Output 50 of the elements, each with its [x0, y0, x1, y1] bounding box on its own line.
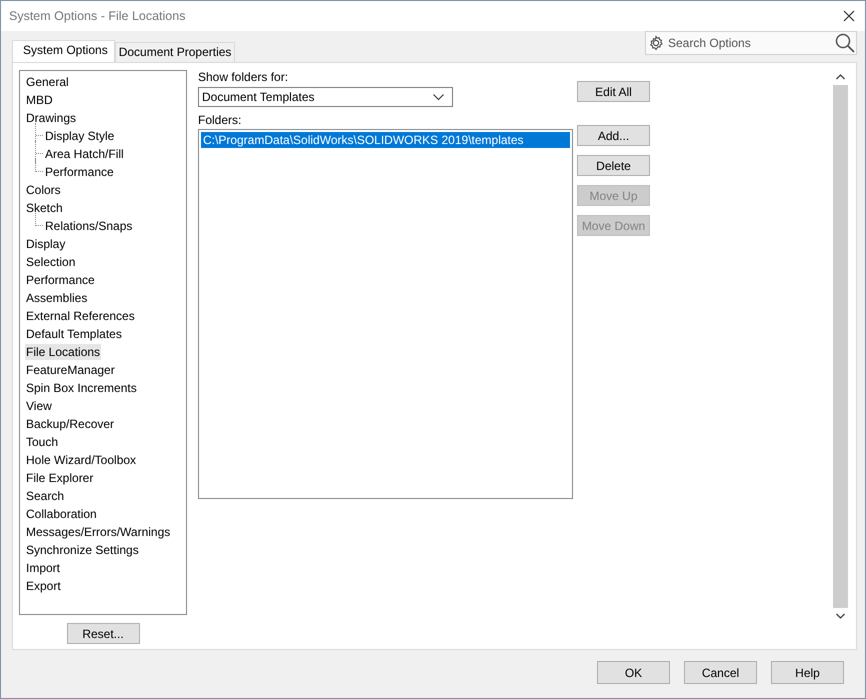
tab[interactable]: System Options	[12, 40, 115, 62]
tree-item[interactable]: File Explorer	[25, 470, 94, 486]
tree-item[interactable]: Synchronize Settings	[25, 542, 140, 558]
tree-item[interactable]: Performance	[44, 164, 115, 180]
tree-item[interactable]: Hole Wizard/Toolbox	[25, 452, 138, 468]
tab[interactable]: Document Properties	[114, 42, 236, 62]
tree-item[interactable]: Collaboration	[25, 506, 98, 522]
search-field[interactable]: Search Options	[645, 31, 857, 55]
tree-item[interactable]: Spin Box Increments	[25, 380, 138, 396]
tree-item[interactable]: Import	[25, 560, 62, 576]
tree-item[interactable]: General	[25, 74, 70, 90]
tree-item[interactable]: View	[25, 398, 53, 414]
tree-item[interactable]: Area Hatch/Fill	[44, 146, 125, 162]
tree-item[interactable]: External References	[25, 308, 136, 324]
tree-item[interactable]: File Locations	[25, 344, 102, 360]
tree-item[interactable]: Performance	[25, 272, 96, 288]
tree-item[interactable]: Drawings	[25, 110, 78, 126]
dialog-button[interactable]: Help	[771, 661, 844, 684]
folders-list[interactable]: C:\ProgramData\SolidWorks\SOLIDWORKS 2019\templates	[198, 129, 573, 499]
folder-type-dropdown[interactable]: Document Templates	[198, 87, 453, 107]
search-icon[interactable]	[835, 33, 855, 53]
tree-item[interactable]: Messages/Errors/Warnings	[25, 524, 172, 540]
folder-path-item[interactable]: C:\ProgramData\SolidWorks\SOLIDWORKS 2019\templates	[201, 132, 570, 148]
reset-button[interactable]: Reset...	[66, 623, 140, 644]
tree-item[interactable]: Colors	[25, 182, 62, 198]
folder-button[interactable]: Delete	[577, 155, 650, 176]
tree-item[interactable]: Sketch	[25, 200, 64, 216]
field-label: Show folders for:	[198, 70, 290, 86]
scroll-down-icon[interactable]	[836, 613, 845, 619]
tree-item[interactable]: Assemblies	[25, 290, 88, 306]
chevron-down-icon	[433, 94, 444, 100]
tree-item[interactable]: MBD	[25, 92, 54, 108]
tree-item[interactable]: Touch	[25, 434, 60, 450]
tree-item[interactable]: Backup/Recover	[25, 416, 116, 432]
dialog-button[interactable]: OK	[597, 661, 670, 684]
window-title: System Options - File Locations	[9, 9, 186, 23]
tree-item[interactable]: Relations/Snaps	[44, 218, 134, 234]
scroll-up-icon[interactable]	[836, 74, 845, 80]
tree-item[interactable]: Default Templates	[25, 326, 123, 342]
tree-item[interactable]: Search	[25, 488, 66, 504]
edit-all-button[interactable]: Edit All	[577, 81, 650, 102]
tree-item[interactable]: Display Style	[44, 128, 116, 144]
tree-item[interactable]: FeatureManager	[25, 362, 116, 378]
folder-button[interactable]: Add...	[577, 125, 650, 146]
tree-item[interactable]: Display	[25, 236, 66, 252]
dialog-button[interactable]: Cancel	[684, 661, 757, 684]
tree-item[interactable]: Selection	[25, 254, 76, 270]
tree-item[interactable]: Export	[25, 578, 62, 594]
field-label: Folders:	[198, 113, 242, 129]
close-icon[interactable]	[843, 10, 855, 22]
